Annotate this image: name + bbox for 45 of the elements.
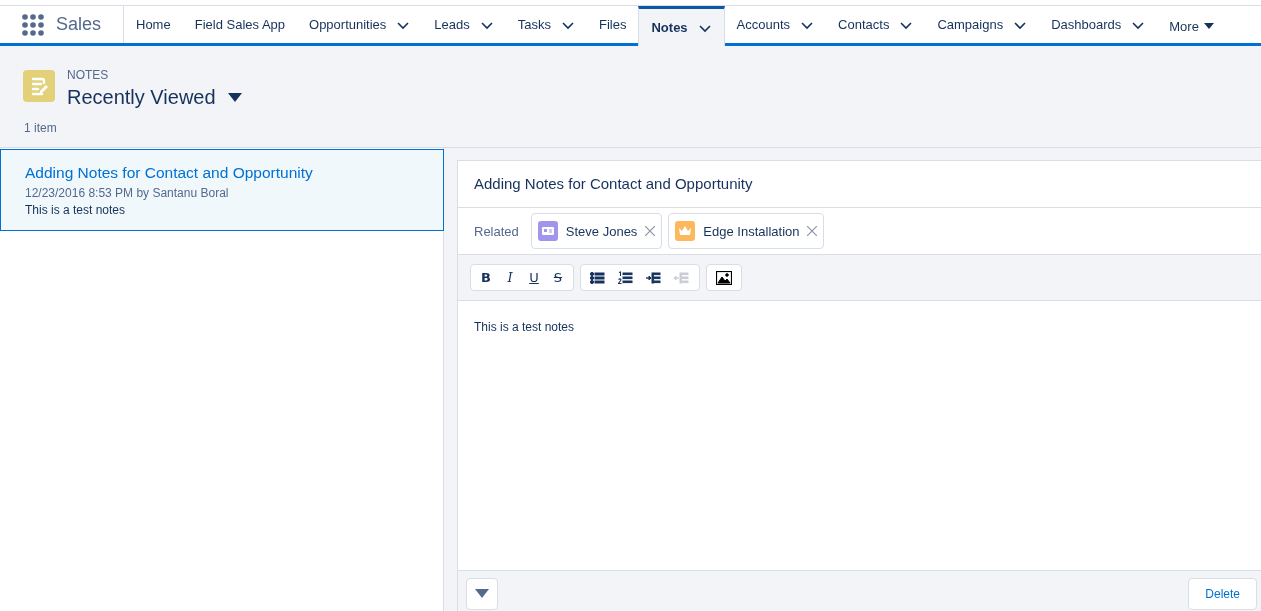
nav-tab[interactable]: Files bbox=[587, 6, 639, 43]
remove-button[interactable] bbox=[645, 226, 656, 236]
note-list-item[interactable]: Adding Notes for Contact and Opportunity 12/23/2016 8:53 PM by Santanu Boral This is a test notes bbox=[0, 149, 444, 231]
note-preview: This is a test notes bbox=[25, 203, 127, 217]
collapse-button[interactable] bbox=[466, 577, 498, 610]
more-tab[interactable]: More bbox=[1157, 6, 1227, 43]
list-view-selector[interactable]: Recently Viewed bbox=[67, 86, 242, 109]
notes-icon bbox=[23, 70, 55, 102]
close-icon bbox=[645, 226, 656, 236]
nav-tab[interactable]: Opportunities bbox=[297, 6, 423, 43]
underline-button[interactable]: U bbox=[524, 266, 544, 289]
note-body-text[interactable]: This is a test notes bbox=[474, 320, 575, 334]
nav-tab[interactable]: Home bbox=[124, 6, 183, 43]
nav-tab[interactable]: Field Sales App bbox=[182, 6, 298, 43]
nav-tab[interactable]: Accounts bbox=[724, 6, 827, 43]
nav-tab[interactable]: Notes bbox=[638, 6, 725, 46]
item-count: 1 item bbox=[23, 120, 58, 137]
app-launcher-icon bbox=[22, 13, 44, 36]
numbered-list-icon[interactable] bbox=[618, 270, 634, 285]
caret-down-icon bbox=[475, 589, 489, 598]
note-title-field[interactable]: Adding Notes for Contact and Opportunity bbox=[458, 161, 1261, 208]
indent-icon[interactable] bbox=[646, 270, 662, 285]
close-icon bbox=[807, 226, 818, 236]
nav-tab[interactable]: Leads bbox=[422, 6, 506, 43]
app-launcher-button[interactable] bbox=[22, 13, 44, 36]
nav-tab[interactable]: Dashboards bbox=[1039, 6, 1158, 43]
related-label: Related bbox=[474, 223, 519, 239]
strikethrough-button[interactable]: S bbox=[548, 266, 568, 289]
nav-tab[interactable]: Campaigns bbox=[925, 6, 1040, 43]
delete-button[interactable]: Delete bbox=[1188, 577, 1257, 610]
object-label: NOTES bbox=[67, 68, 110, 82]
note-title[interactable]: Adding Notes for Contact and Opportunity bbox=[25, 164, 419, 182]
bulleted-list-icon[interactable] bbox=[590, 270, 606, 285]
related-record-pill[interactable]: Edge Installation bbox=[668, 213, 825, 249]
image-icon[interactable] bbox=[716, 270, 732, 285]
caret-down-icon bbox=[1202, 22, 1215, 30]
remove-button[interactable] bbox=[807, 226, 818, 236]
italic-button[interactable]: I bbox=[500, 266, 520, 289]
nav-tab[interactable]: Contacts bbox=[826, 6, 926, 43]
nav-tab[interactable]: Tasks bbox=[505, 6, 587, 43]
note-meta: 12/23/2016 8:53 PM by Santanu Boral bbox=[25, 186, 230, 200]
related-record-pill[interactable]: Steve Jones bbox=[530, 213, 663, 249]
caret-down-icon bbox=[227, 93, 242, 102]
app-name: Sales bbox=[56, 14, 102, 35]
bold-button[interactable]: B bbox=[476, 266, 496, 289]
